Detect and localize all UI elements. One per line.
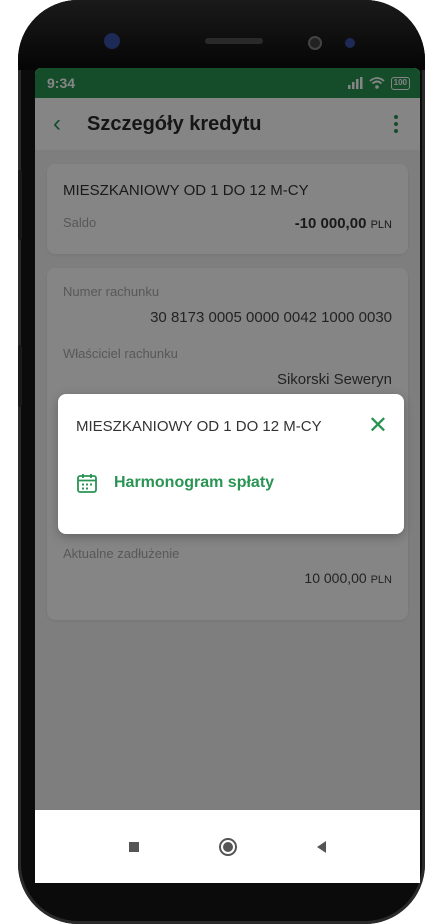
nav-back-icon[interactable] xyxy=(317,840,326,853)
proximity-sensor xyxy=(308,36,322,50)
recent-apps-icon[interactable] xyxy=(129,841,139,852)
system-nav-bar xyxy=(35,810,420,883)
earpiece-speaker xyxy=(205,38,263,44)
repayment-schedule-label: Harmonogram spłaty xyxy=(114,474,275,491)
screen: 9:34 100 ‹ Szczegóły kredytu MIESZKANIOW… xyxy=(35,68,420,883)
power-button xyxy=(18,345,22,407)
options-dialog: MIESZKANIOWY OD 1 DO 12 M-CY ✕ Harmonogr… xyxy=(58,394,404,534)
close-icon[interactable]: ✕ xyxy=(368,414,388,438)
iris-sensor xyxy=(345,38,355,48)
repayment-schedule-button[interactable]: Harmonogram spłaty xyxy=(58,436,404,494)
phone-top-bezel xyxy=(18,0,425,70)
front-camera xyxy=(104,33,120,49)
home-icon[interactable] xyxy=(219,837,237,856)
volume-button xyxy=(18,170,22,240)
dialog-title: MIESZKANIOWY OD 1 DO 12 M-CY xyxy=(76,417,322,435)
calendar-icon xyxy=(77,474,97,493)
